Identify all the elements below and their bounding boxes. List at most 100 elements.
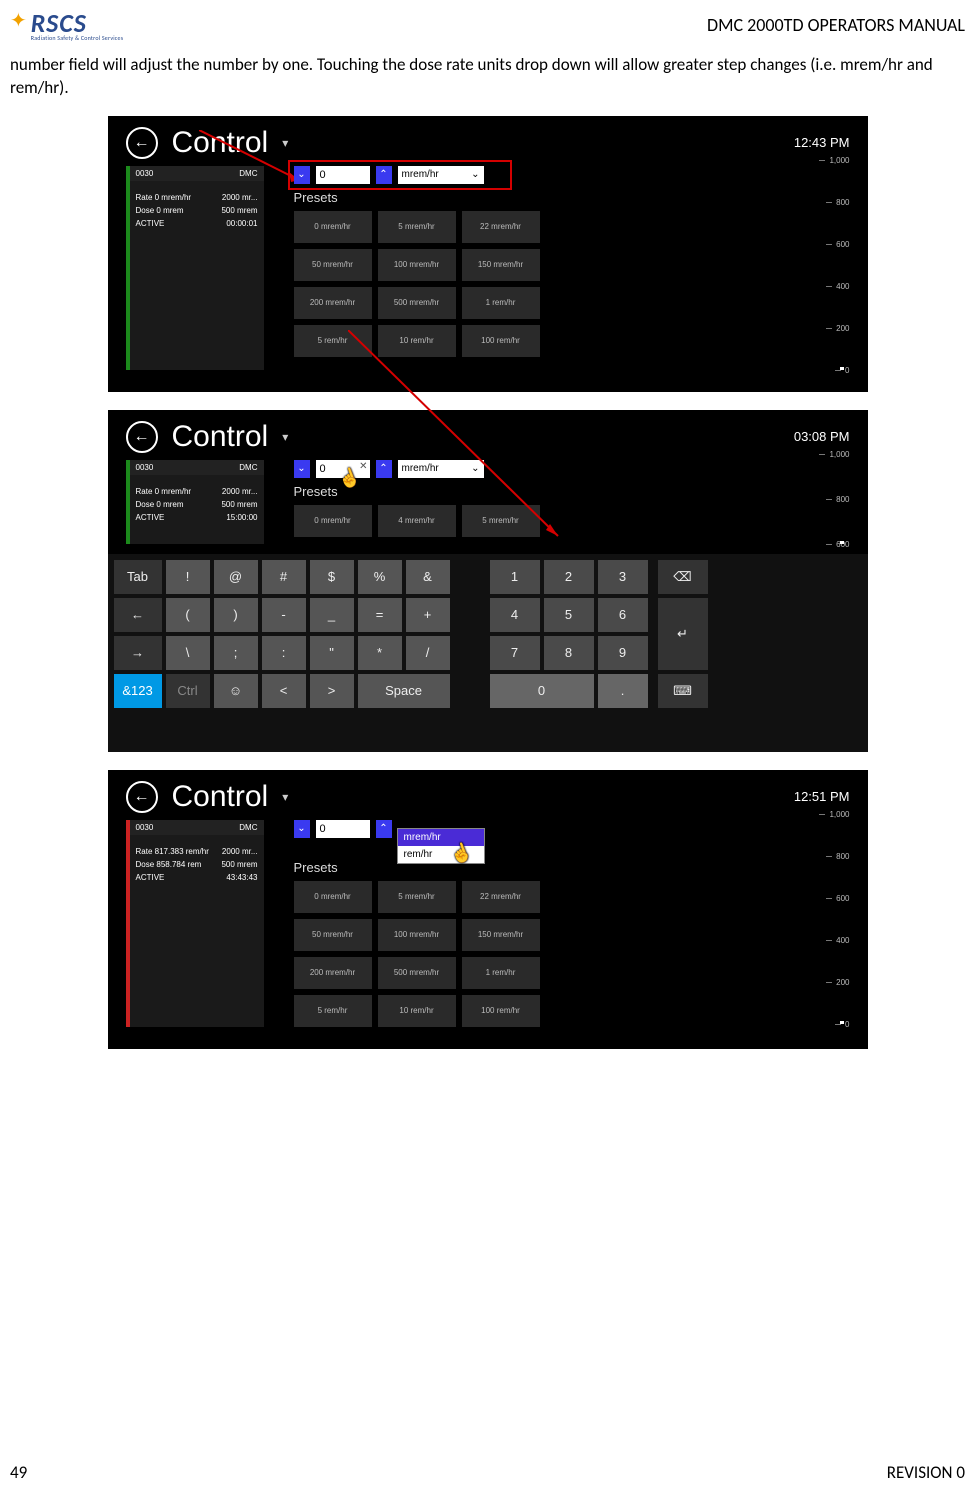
preset-button[interactable]: 4 mrem/hr — [378, 505, 456, 537]
numpad-key[interactable]: 6 — [598, 598, 648, 632]
preset-button[interactable]: 200 mrem/hr — [294, 957, 372, 989]
page-title: Control — [172, 420, 269, 454]
axis-tick: 1,000 — [790, 450, 850, 459]
presets-label: Presets — [294, 860, 760, 875]
key[interactable]: ; — [214, 636, 258, 670]
enter-key[interactable]: ↵ — [658, 598, 708, 670]
key[interactable]: @ — [214, 560, 258, 594]
preset-button[interactable]: 50 mrem/hr — [294, 249, 372, 281]
preset-button[interactable]: 150 mrem/hr — [462, 919, 540, 951]
clear-icon[interactable]: ✕ — [359, 461, 367, 472]
numpad-key[interactable]: 4 — [490, 598, 540, 632]
preset-button[interactable]: 22 mrem/hr — [462, 211, 540, 243]
numpad-key[interactable]: 8 — [544, 636, 594, 670]
preset-button[interactable]: 0 mrem/hr — [294, 881, 372, 913]
key[interactable]: - — [262, 598, 306, 632]
device-card[interactable]: 0030 DMC Rate 817.383 rem/hr 2000 mr... … — [126, 820, 264, 1027]
key[interactable]: : — [262, 636, 306, 670]
key[interactable]: * — [358, 636, 402, 670]
increment-button[interactable]: ⌃ — [376, 166, 392, 184]
numpad-key[interactable]: 2 — [544, 560, 594, 594]
preset-button[interactable]: 5 rem/hr — [294, 325, 372, 357]
back-icon[interactable]: ← — [126, 127, 158, 159]
key[interactable]: $ — [310, 560, 354, 594]
unit-dropdown[interactable]: mrem/hr⌄ — [398, 166, 484, 184]
chevron-down-icon[interactable]: ▾ — [282, 430, 288, 444]
numpad-key[interactable]: 1 — [490, 560, 540, 594]
key[interactable]: " — [310, 636, 354, 670]
key[interactable]: Tab — [114, 560, 162, 594]
key[interactable]: % — [358, 560, 402, 594]
decrement-button[interactable]: ⌄ — [294, 820, 310, 838]
axis-tick: 1,000 — [790, 156, 850, 165]
axis-tick: 800 — [790, 495, 850, 504]
decrement-button[interactable]: ⌄ — [294, 166, 310, 184]
key[interactable]: Ctrl — [166, 674, 210, 708]
screenshot-3: ← Control ▾ 12:51 PM 0030 DMC Rate 817.3… — [108, 770, 868, 1049]
value-input[interactable]: 0 — [316, 820, 370, 838]
preset-button[interactable]: 100 mrem/hr — [378, 919, 456, 951]
key[interactable]: + — [406, 598, 450, 632]
preset-button[interactable]: 100 rem/hr — [462, 995, 540, 1027]
key[interactable]: &123 — [114, 674, 162, 708]
preset-button[interactable]: 0 mrem/hr — [294, 211, 372, 243]
key[interactable]: ☺ — [214, 674, 258, 708]
preset-button[interactable]: 5 mrem/hr — [462, 505, 540, 537]
kb-left: Tab!@#$%& ←()-_=+ →\;:"*/ &123Ctrl☺<>Space — [114, 560, 450, 746]
keyboard-toggle-key[interactable]: ⌨ — [658, 674, 708, 708]
key[interactable]: \ — [166, 636, 210, 670]
device-card[interactable]: 0030 DMC Rate 0 mrem/hr 2000 mr... Dose … — [126, 166, 264, 370]
key[interactable]: ! — [166, 560, 210, 594]
preset-button[interactable]: 5 mrem/hr — [378, 881, 456, 913]
preset-button[interactable]: 100 rem/hr — [462, 325, 540, 357]
back-icon[interactable]: ← — [126, 781, 158, 813]
key[interactable]: < — [262, 674, 306, 708]
increment-button[interactable]: ⌃ — [376, 460, 392, 478]
preset-button[interactable]: 1 rem/hr — [462, 287, 540, 319]
unit-option-mrem[interactable]: mrem/hr — [398, 829, 484, 846]
preset-button[interactable]: 1 rem/hr — [462, 957, 540, 989]
preset-button[interactable]: 50 mrem/hr — [294, 919, 372, 951]
numpad-key[interactable]: 3 — [598, 560, 648, 594]
preset-button[interactable]: 200 mrem/hr — [294, 287, 372, 319]
key[interactable]: / — [406, 636, 450, 670]
key[interactable]: ← — [114, 598, 162, 632]
numpad-key[interactable]: 9 — [598, 636, 648, 670]
chevron-down-icon[interactable]: ▾ — [282, 790, 288, 804]
numpad-key[interactable]: . — [598, 674, 648, 708]
backspace-key[interactable]: ⌫ — [658, 560, 708, 594]
key[interactable]: _ — [310, 598, 354, 632]
key[interactable]: = — [358, 598, 402, 632]
key[interactable]: Space — [358, 674, 450, 708]
numpad-key[interactable]: 7 — [490, 636, 540, 670]
preset-button[interactable]: 100 mrem/hr — [378, 249, 456, 281]
increment-button[interactable]: ⌃ — [376, 820, 392, 838]
device-card[interactable]: 0030 DMC Rate 0 mrem/hr 2000 mr... Dose … — [126, 460, 264, 544]
axis-tick: 400 — [790, 936, 850, 945]
preset-button[interactable]: 10 rem/hr — [378, 995, 456, 1027]
preset-button[interactable]: 500 mrem/hr — [378, 287, 456, 319]
device-model: DMC — [239, 169, 257, 178]
axis-3: 1,0008006004002000 — [790, 814, 850, 1024]
revision: REVISION 0 — [887, 1462, 965, 1483]
preset-button[interactable]: 150 mrem/hr — [462, 249, 540, 281]
back-icon[interactable]: ← — [126, 421, 158, 453]
preset-button[interactable]: 5 mrem/hr — [378, 211, 456, 243]
unit-dropdown[interactable]: mrem/hr⌄ — [398, 460, 484, 478]
chevron-down-icon[interactable]: ▾ — [282, 136, 288, 150]
preset-button[interactable]: 0 mrem/hr — [294, 505, 372, 537]
key[interactable]: & — [406, 560, 450, 594]
preset-button[interactable]: 500 mrem/hr — [378, 957, 456, 989]
numpad-key[interactable]: 0 — [490, 674, 594, 708]
key[interactable]: ( — [166, 598, 210, 632]
key[interactable]: > — [310, 674, 354, 708]
preset-button[interactable]: 5 rem/hr — [294, 995, 372, 1027]
key[interactable]: ) — [214, 598, 258, 632]
decrement-button[interactable]: ⌄ — [294, 460, 310, 478]
key[interactable]: # — [262, 560, 306, 594]
value-input[interactable]: 0 — [316, 166, 370, 184]
numpad-key[interactable]: 5 — [544, 598, 594, 632]
key[interactable]: → — [114, 636, 162, 670]
preset-button[interactable]: 10 rem/hr — [378, 325, 456, 357]
preset-button[interactable]: 22 mrem/hr — [462, 881, 540, 913]
